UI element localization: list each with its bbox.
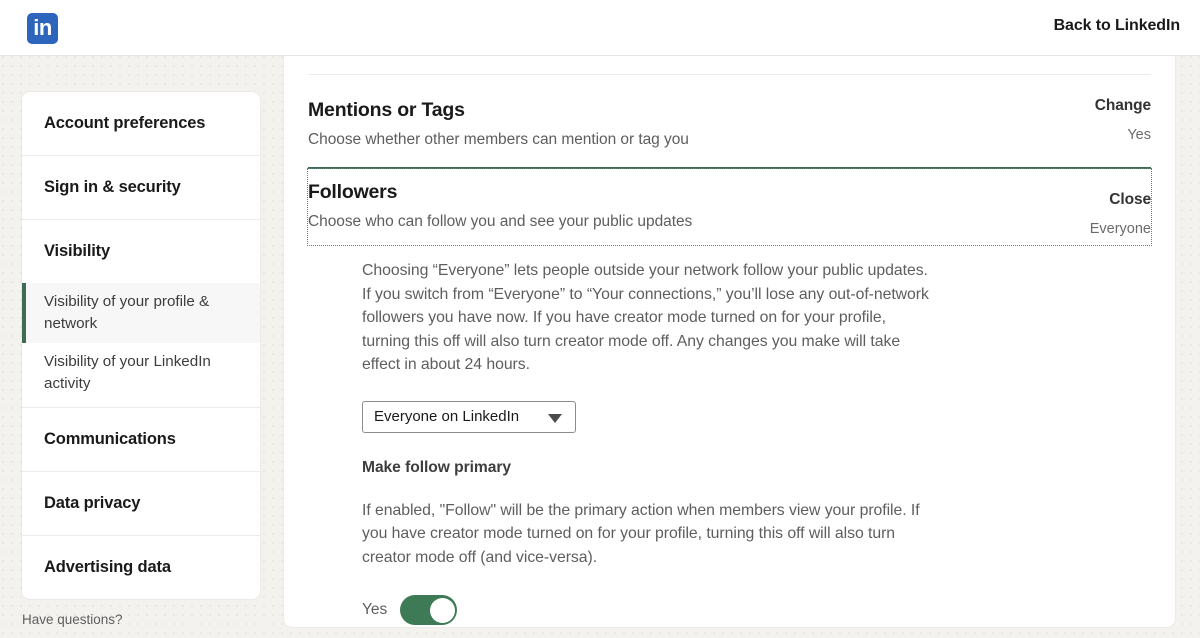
sidebar-group-visibility: Visibility Visibility of your profile & … xyxy=(22,220,260,408)
followers-title: Followers xyxy=(308,181,1151,204)
followers-body-paragraph: Choosing “Everyone” lets people outside … xyxy=(362,259,937,377)
followers-audience-select[interactable]: Everyone on LinkedIn xyxy=(362,401,576,433)
followers-action-group: Close Everyone xyxy=(1090,191,1151,237)
followers-header-row[interactable]: Followers Choose who can follow you and … xyxy=(308,169,1151,245)
sidebar-label-data-privacy: Data privacy xyxy=(22,472,260,535)
sidebar-item-sign-in-security[interactable]: Sign in & security xyxy=(22,156,260,220)
back-to-linkedin-link[interactable]: Back to LinkedIn xyxy=(1054,17,1180,35)
followers-description: Choose who can follow you and see your p… xyxy=(308,213,1151,231)
sidebar-label-visibility[interactable]: Visibility xyxy=(22,220,260,283)
followers-current-value: Everyone xyxy=(1090,221,1151,237)
sidebar-label-communications: Communications xyxy=(22,408,260,471)
followers-close-link[interactable]: Close xyxy=(1090,191,1151,209)
top-navigation-bar: in Back to LinkedIn xyxy=(0,0,1200,56)
make-follow-primary-toggle-label: Yes xyxy=(362,601,387,619)
sidebar-label-visibility-linkedin-activity: Visibility of your LinkedIn activity xyxy=(44,353,211,392)
mentions-current-value: Yes xyxy=(1095,127,1151,143)
make-follow-primary-toggle-row: Yes xyxy=(362,595,1151,625)
sidebar-item-account-preferences[interactable]: Account preferences xyxy=(22,92,260,156)
sidebar-item-communications[interactable]: Communications xyxy=(22,408,260,472)
followers-audience-select-value: Everyone on LinkedIn xyxy=(374,408,519,425)
have-questions-link[interactable]: Have questions? xyxy=(22,612,123,627)
setting-section-followers: Followers Choose who can follow you and … xyxy=(308,169,1151,625)
sidebar-label-sign-in-security: Sign in & security xyxy=(22,156,260,219)
sidebar-item-data-privacy[interactable]: Data privacy xyxy=(22,472,260,536)
settings-main-panel: or blog post Mentions or Tags Choose whe… xyxy=(284,44,1175,627)
make-follow-primary-title: Make follow primary xyxy=(362,459,1151,477)
mentions-title: Mentions or Tags xyxy=(308,99,1151,122)
sidebar-item-visibility-linkedin-activity[interactable]: Visibility of your LinkedIn activity xyxy=(22,343,260,403)
sidebar-visibility-sublist: Visibility of your profile & network Vis… xyxy=(22,283,260,407)
setting-row-mentions-or-tags[interactable]: Mentions or Tags Choose whether other me… xyxy=(308,75,1151,167)
sidebar-label-visibility-profile-network: Visibility of your profile & network xyxy=(44,293,209,332)
sidebar-item-advertising-data[interactable]: Advertising data xyxy=(22,536,260,599)
followers-expanded-content: Choosing “Everyone” lets people outside … xyxy=(308,245,1151,625)
chevron-down-icon xyxy=(548,414,562,423)
make-follow-primary-paragraph: If enabled, "Follow" will be the primary… xyxy=(362,499,937,570)
linkedin-logo-icon[interactable]: in xyxy=(27,13,58,44)
sidebar-label-account-preferences: Account preferences xyxy=(22,92,260,155)
sidebar-label-advertising-data: Advertising data xyxy=(22,536,260,599)
sidebar-item-visibility-profile-network[interactable]: Visibility of your profile & network xyxy=(22,283,260,343)
mentions-change-link[interactable]: Change xyxy=(1095,97,1151,115)
make-follow-primary-toggle[interactable] xyxy=(400,595,457,625)
mentions-action-group: Change Yes xyxy=(1095,97,1151,143)
settings-sidebar: Account preferences Sign in & security V… xyxy=(22,92,260,599)
toggle-knob xyxy=(430,598,455,623)
mentions-description: Choose whether other members can mention… xyxy=(308,131,1151,149)
